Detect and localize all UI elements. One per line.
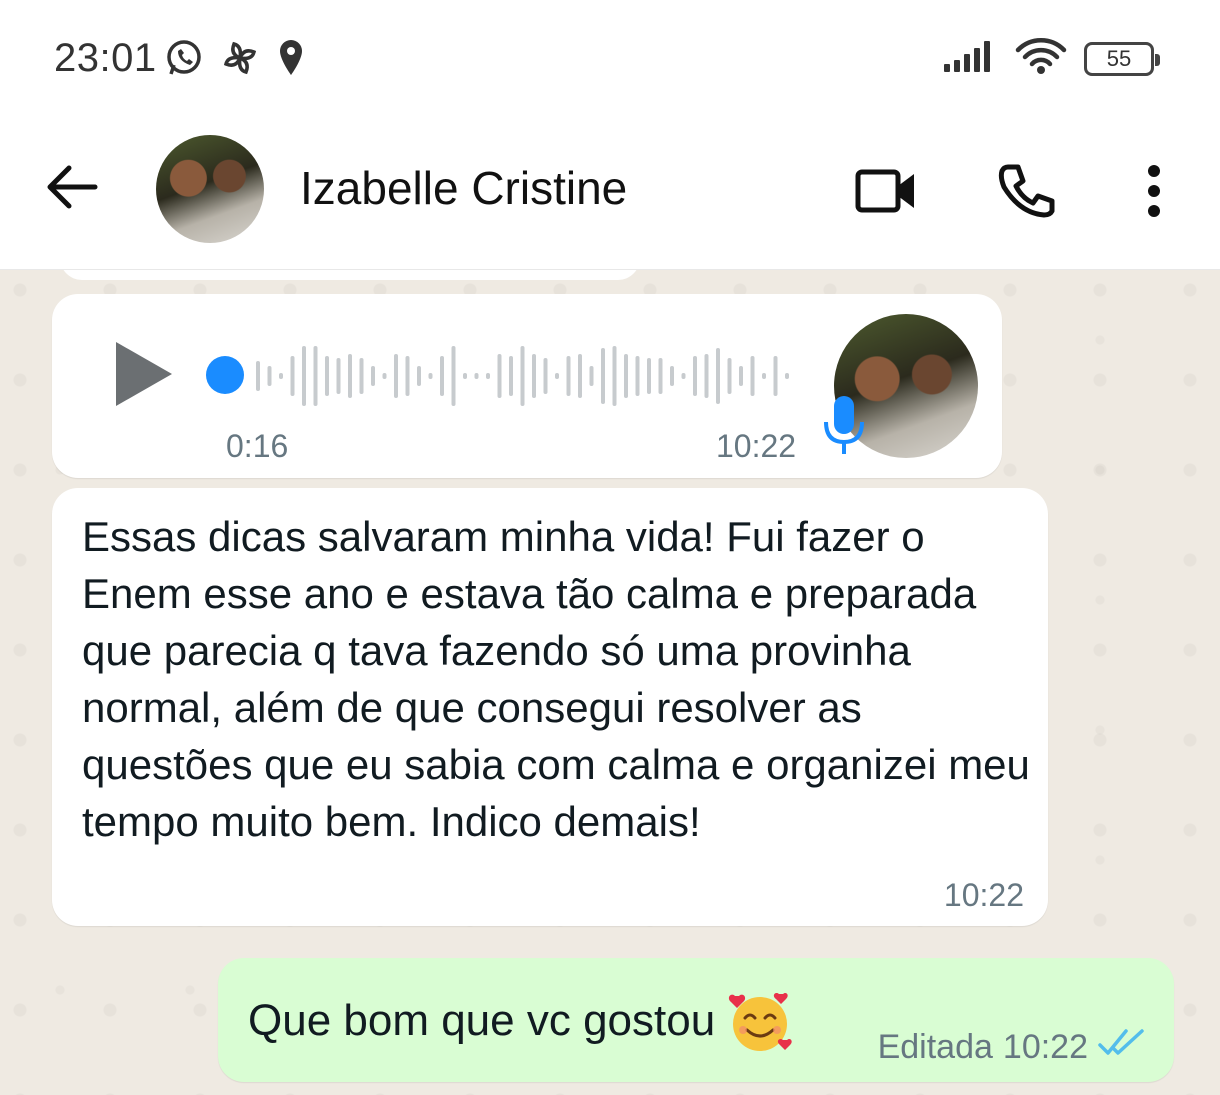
waveform-bar <box>555 373 559 379</box>
waveform-bar <box>693 356 697 396</box>
waveform-bar <box>256 361 260 391</box>
waveform-bar <box>681 373 686 379</box>
waveform-bar <box>750 356 755 396</box>
waveform-bar <box>624 354 628 398</box>
waveform-bar <box>785 373 789 379</box>
voice-waveform[interactable] <box>242 340 802 412</box>
microphone-icon <box>822 394 866 458</box>
waveform-bar <box>428 373 433 379</box>
status-icons-right: 55 <box>942 36 1160 81</box>
waveform-bar <box>359 358 364 394</box>
signal-icon <box>942 38 998 79</box>
battery-level: 55 <box>1106 45 1132 71</box>
incoming-message-bubble[interactable]: Essas dicas salvaram minha vida! Fui faz… <box>52 488 1048 926</box>
back-arrow-icon <box>47 165 98 209</box>
waveform-bar <box>612 346 617 406</box>
waveform-bar <box>497 354 502 398</box>
waveform-bar <box>727 358 732 394</box>
waveform-bar <box>543 358 548 394</box>
waveform-bar <box>451 346 456 406</box>
waveform-bar <box>405 356 410 396</box>
waveform-bar <box>474 373 479 379</box>
waveform-bar <box>267 366 272 386</box>
waveform-bar <box>578 354 582 398</box>
voice-call-button[interactable] <box>992 155 1064 227</box>
outgoing-message-meta: Editada 10:22 <box>878 1027 1146 1068</box>
video-call-button[interactable] <box>850 155 922 227</box>
waveform-bar <box>290 356 295 396</box>
waveform-bar <box>670 366 674 386</box>
wifi-icon <box>1014 36 1068 81</box>
more-options-icon <box>1148 165 1160 217</box>
chat-header: Izabelle Cristine <box>0 115 1220 270</box>
play-button[interactable] <box>112 338 176 410</box>
waveform-bar <box>325 356 329 396</box>
chat-area[interactable]: 0:16 10:22 Essas dicas salvaram minha vi… <box>0 270 1220 1095</box>
more-options-button[interactable] <box>1118 155 1190 227</box>
waveform-bar <box>635 356 640 396</box>
phone-icon <box>998 164 1055 218</box>
waveform-bar <box>532 354 536 398</box>
waveform-bar <box>589 366 594 386</box>
message-text: Que bom que vc gostou <box>248 996 716 1045</box>
voice-progress-handle[interactable] <box>206 356 244 394</box>
status-bar: 23:01 55 <box>0 0 1220 115</box>
waveform-bar <box>348 354 352 398</box>
waveform-bar <box>440 356 444 396</box>
waveform-bar <box>279 373 283 379</box>
location-icon <box>276 38 306 83</box>
waveform-bar <box>509 356 513 396</box>
waveform-bar <box>647 358 651 394</box>
message-time: 10:22 <box>1002 1028 1088 1066</box>
waveform-bar <box>716 348 720 404</box>
status-time: 23:01 <box>54 36 157 80</box>
message-time: 10:22 <box>943 877 1024 913</box>
previous-message-edge <box>60 270 640 280</box>
pinwheel-icon <box>220 38 260 83</box>
contact-name[interactable]: Izabelle Cristine <box>300 161 627 215</box>
waveform-bar <box>336 358 341 394</box>
waveform-bar <box>394 354 398 398</box>
read-ticks-icon <box>1098 1027 1146 1068</box>
edited-label: Editada <box>877 1028 993 1066</box>
voice-message-bubble[interactable]: 0:16 10:22 <box>52 294 1002 478</box>
waveform-bar <box>566 356 571 396</box>
waveform-bar <box>773 356 778 396</box>
waveform-bar <box>762 373 766 379</box>
back-button[interactable] <box>40 155 104 219</box>
waveform-bar <box>302 346 306 406</box>
status-icons-left <box>164 38 306 83</box>
outgoing-message-bubble[interactable]: Que bom que vc gostou Editada 10:22 <box>218 958 1174 1082</box>
battery-indicator: 55 <box>1084 41 1160 76</box>
outgoing-message-content: Que bom que vc gostou <box>248 988 793 1054</box>
waveform-bar <box>463 373 467 379</box>
waveform-bar <box>520 346 525 406</box>
voice-duration: 0:16 <box>226 428 289 464</box>
waveform-bar <box>704 354 709 398</box>
waveform-bar <box>313 346 318 406</box>
video-call-icon <box>855 169 914 213</box>
play-icon <box>116 342 172 406</box>
waveform-bar <box>601 348 605 404</box>
whatsapp-icon <box>164 38 204 83</box>
waveform-bar <box>739 366 743 386</box>
waveform-bar <box>382 373 387 379</box>
waveform-bar <box>371 366 375 386</box>
message-text: Essas dicas salvaram minha vida! Fui faz… <box>82 513 1030 845</box>
waveform-bar <box>658 358 663 394</box>
smiling-face-with-hearts-icon <box>727 988 793 1054</box>
waveform-bar <box>486 373 490 379</box>
waveform-bar <box>417 366 421 386</box>
message-time: 10:22 <box>716 428 797 464</box>
contact-avatar[interactable] <box>156 135 264 243</box>
